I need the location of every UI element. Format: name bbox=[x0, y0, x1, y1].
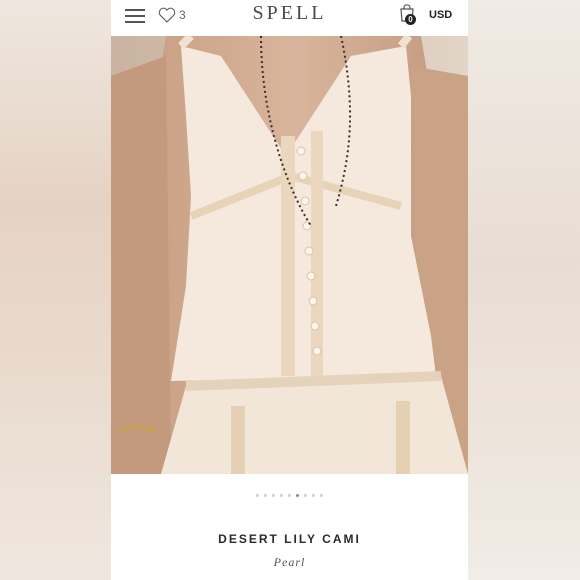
product-photo-illustration bbox=[111, 36, 468, 474]
carousel-dot[interactable] bbox=[256, 494, 259, 497]
carousel-dot[interactable] bbox=[312, 494, 315, 497]
background-blur-left bbox=[0, 0, 111, 580]
mobile-screen: 3 SPELL 0 USD DESERT LILY CAMI Pearl bbox=[111, 0, 468, 580]
carousel-dot[interactable] bbox=[320, 494, 323, 497]
product-name: DESERT LILY CAMI bbox=[218, 532, 361, 546]
carousel-dot[interactable] bbox=[272, 494, 275, 497]
product-color: Pearl bbox=[273, 555, 306, 569]
carousel-dot[interactable] bbox=[280, 494, 283, 497]
currency-selector[interactable]: USD bbox=[429, 9, 452, 21]
cart-count-badge: 0 bbox=[405, 14, 416, 25]
carousel-dot[interactable] bbox=[304, 494, 307, 497]
cart-button[interactable]: 0 bbox=[399, 4, 419, 26]
product-image[interactable] bbox=[111, 36, 468, 474]
image-carousel-indicators[interactable] bbox=[111, 494, 468, 497]
carousel-dot[interactable] bbox=[264, 494, 267, 497]
top-navigation-bar: 3 SPELL 0 USD bbox=[111, 0, 468, 36]
carousel-dot[interactable] bbox=[288, 494, 291, 497]
carousel-dot[interactable] bbox=[296, 494, 299, 497]
background-blur-right bbox=[468, 0, 580, 580]
